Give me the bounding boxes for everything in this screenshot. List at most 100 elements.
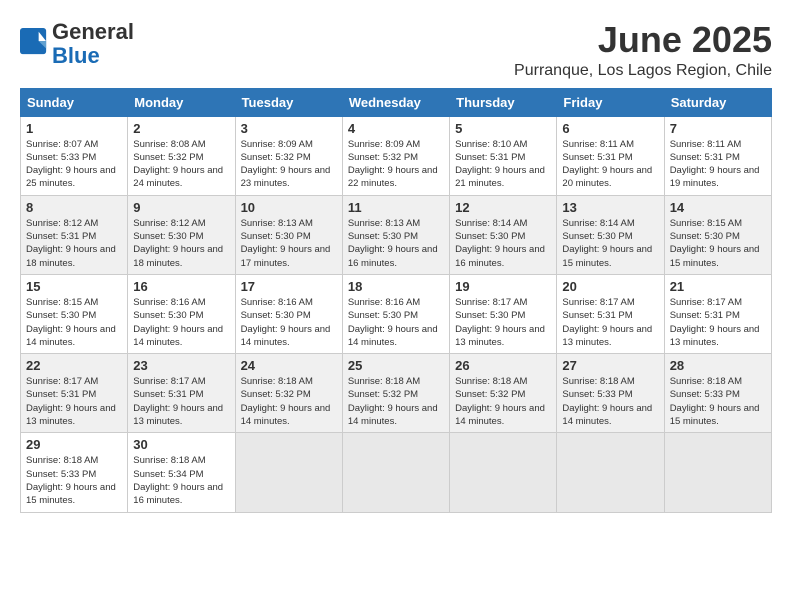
- table-row: 5 Sunrise: 8:10 AMSunset: 5:31 PMDaylight…: [450, 116, 557, 195]
- day-info: Sunrise: 8:09 AMSunset: 5:32 PMDaylight:…: [348, 138, 444, 191]
- day-number: 3: [241, 121, 337, 136]
- table-row: [342, 433, 449, 512]
- day-number: 27: [562, 358, 658, 373]
- col-friday: Friday: [557, 88, 664, 116]
- day-number: 5: [455, 121, 551, 136]
- day-info: Sunrise: 8:09 AMSunset: 5:32 PMDaylight:…: [241, 138, 337, 191]
- calendar-header-row: Sunday Monday Tuesday Wednesday Thursday…: [21, 88, 772, 116]
- table-row: 6Sunrise: 8:11 AMSunset: 5:31 PMDaylight…: [557, 116, 664, 195]
- day-number: 24: [241, 358, 337, 373]
- day-info: Sunrise: 8:12 AMSunset: 5:30 PMDaylight:…: [133, 217, 229, 270]
- table-row: 27 Sunrise: 8:18 AMSunset: 5:33 PMDayligh…: [557, 354, 664, 433]
- day-info: Sunrise: 8:16 AMSunset: 5:30 PMDaylight:…: [241, 296, 337, 349]
- day-info: Sunrise: 8:07 AMSunset: 5:33 PMDaylight:…: [26, 138, 122, 191]
- day-info: Sunrise: 8:15 AMSunset: 5:30 PMDaylight:…: [26, 296, 122, 349]
- table-row: [664, 433, 771, 512]
- day-number: 18: [348, 279, 444, 294]
- day-info: Sunrise: 8:17 AMSunset: 5:31 PMDaylight:…: [562, 296, 658, 349]
- day-number: 22: [26, 358, 122, 373]
- day-number: 21: [670, 279, 766, 294]
- day-info: Sunrise: 8:13 AMSunset: 5:30 PMDaylight:…: [348, 217, 444, 270]
- table-row: 20Sunrise: 8:17 AMSunset: 5:31 PMDayligh…: [557, 274, 664, 353]
- table-row: 22 Sunrise: 8:17 AMSunset: 5:31 PMDayligh…: [21, 354, 128, 433]
- table-row: 2Sunrise: 8:08 AMSunset: 5:32 PMDaylight…: [128, 116, 235, 195]
- table-row: 14 Sunrise: 8:15 AMSunset: 5:30 PMDayligh…: [664, 195, 771, 274]
- logo: General Blue: [20, 20, 134, 68]
- table-row: 19 Sunrise: 8:17 AMSunset: 5:30 PMDayligh…: [450, 274, 557, 353]
- table-row: [557, 433, 664, 512]
- table-row: 1Sunrise: 8:07 AMSunset: 5:33 PMDaylight…: [21, 116, 128, 195]
- title-block: June 2025 Purranque, Los Lagos Region, C…: [514, 20, 772, 80]
- day-number: 17: [241, 279, 337, 294]
- day-number: 15: [26, 279, 122, 294]
- day-number: 2: [133, 121, 229, 136]
- table-row: 29 Sunrise: 8:18 AMSunset: 5:33 PMDayligh…: [21, 433, 128, 512]
- table-row: 9Sunrise: 8:12 AMSunset: 5:30 PMDaylight…: [128, 195, 235, 274]
- logo-general: General: [52, 20, 134, 44]
- day-info: Sunrise: 8:11 AMSunset: 5:31 PMDaylight:…: [670, 138, 766, 191]
- day-info: Sunrise: 8:10 AMSunset: 5:31 PMDaylight:…: [455, 138, 551, 191]
- table-row: 16 Sunrise: 8:16 AMSunset: 5:30 PMDayligh…: [128, 274, 235, 353]
- day-number: 29: [26, 437, 122, 452]
- day-info: Sunrise: 8:18 AMSunset: 5:32 PMDaylight:…: [241, 375, 337, 428]
- day-number: 30: [133, 437, 229, 452]
- col-tuesday: Tuesday: [235, 88, 342, 116]
- table-row: 24 Sunrise: 8:18 AMSunset: 5:32 PMDayligh…: [235, 354, 342, 433]
- day-number: 19: [455, 279, 551, 294]
- table-row: [235, 433, 342, 512]
- location: Purranque, Los Lagos Region, Chile: [514, 62, 772, 80]
- col-sunday: Sunday: [21, 88, 128, 116]
- day-info: Sunrise: 8:14 AMSunset: 5:30 PMDaylight:…: [455, 217, 551, 270]
- col-saturday: Saturday: [664, 88, 771, 116]
- calendar-table: Sunday Monday Tuesday Wednesday Thursday…: [20, 88, 772, 513]
- logo-blue: Blue: [52, 44, 134, 68]
- logo-icon: [20, 28, 48, 56]
- col-thursday: Thursday: [450, 88, 557, 116]
- day-number: 4: [348, 121, 444, 136]
- table-row: 30 Sunrise: 8:18 AMSunset: 5:34 PMDayligh…: [128, 433, 235, 512]
- day-info: Sunrise: 8:13 AMSunset: 5:30 PMDaylight:…: [241, 217, 337, 270]
- day-info: Sunrise: 8:17 AMSunset: 5:31 PMDaylight:…: [26, 375, 122, 428]
- day-number: 26: [455, 358, 551, 373]
- day-info: Sunrise: 8:12 AMSunset: 5:31 PMDaylight:…: [26, 217, 122, 270]
- month-title: June 2025: [514, 20, 772, 60]
- table-row: 8Sunrise: 8:12 AMSunset: 5:31 PMDaylight…: [21, 195, 128, 274]
- day-info: Sunrise: 8:14 AMSunset: 5:30 PMDaylight:…: [562, 217, 658, 270]
- col-wednesday: Wednesday: [342, 88, 449, 116]
- day-info: Sunrise: 8:16 AMSunset: 5:30 PMDaylight:…: [348, 296, 444, 349]
- day-info: Sunrise: 8:15 AMSunset: 5:30 PMDaylight:…: [670, 217, 766, 270]
- calendar-week-row: 8Sunrise: 8:12 AMSunset: 5:31 PMDaylight…: [21, 195, 772, 274]
- day-number: 13: [562, 200, 658, 215]
- table-row: 23Sunrise: 8:17 AMSunset: 5:31 PMDayligh…: [128, 354, 235, 433]
- day-info: Sunrise: 8:18 AMSunset: 5:32 PMDaylight:…: [455, 375, 551, 428]
- calendar-week-row: 29 Sunrise: 8:18 AMSunset: 5:33 PMDayligh…: [21, 433, 772, 512]
- day-info: Sunrise: 8:18 AMSunset: 5:33 PMDaylight:…: [26, 454, 122, 507]
- table-row: 21 Sunrise: 8:17 AMSunset: 5:31 PMDayligh…: [664, 274, 771, 353]
- day-info: Sunrise: 8:18 AMSunset: 5:33 PMDaylight:…: [670, 375, 766, 428]
- table-row: 25 Sunrise: 8:18 AMSunset: 5:32 PMDayligh…: [342, 354, 449, 433]
- calendar-week-row: 15 Sunrise: 8:15 AMSunset: 5:30 PMDayligh…: [21, 274, 772, 353]
- calendar-week-row: 1Sunrise: 8:07 AMSunset: 5:33 PMDaylight…: [21, 116, 772, 195]
- day-number: 7: [670, 121, 766, 136]
- table-row: 26 Sunrise: 8:18 AMSunset: 5:32 PMDayligh…: [450, 354, 557, 433]
- page-header: General Blue June 2025 Purranque, Los La…: [20, 20, 772, 80]
- day-info: Sunrise: 8:18 AMSunset: 5:32 PMDaylight:…: [348, 375, 444, 428]
- table-row: 13 Sunrise: 8:14 AMSunset: 5:30 PMDayligh…: [557, 195, 664, 274]
- day-info: Sunrise: 8:17 AMSunset: 5:31 PMDaylight:…: [670, 296, 766, 349]
- day-number: 25: [348, 358, 444, 373]
- day-number: 28: [670, 358, 766, 373]
- table-row: 12 Sunrise: 8:14 AMSunset: 5:30 PMDayligh…: [450, 195, 557, 274]
- day-number: 14: [670, 200, 766, 215]
- day-info: Sunrise: 8:17 AMSunset: 5:30 PMDaylight:…: [455, 296, 551, 349]
- day-info: Sunrise: 8:18 AMSunset: 5:33 PMDaylight:…: [562, 375, 658, 428]
- col-monday: Monday: [128, 88, 235, 116]
- calendar-week-row: 22 Sunrise: 8:17 AMSunset: 5:31 PMDayligh…: [21, 354, 772, 433]
- day-number: 16: [133, 279, 229, 294]
- day-number: 11: [348, 200, 444, 215]
- day-info: Sunrise: 8:18 AMSunset: 5:34 PMDaylight:…: [133, 454, 229, 507]
- table-row: 11 Sunrise: 8:13 AMSunset: 5:30 PMDayligh…: [342, 195, 449, 274]
- day-info: Sunrise: 8:16 AMSunset: 5:30 PMDaylight:…: [133, 296, 229, 349]
- table-row: 18 Sunrise: 8:16 AMSunset: 5:30 PMDayligh…: [342, 274, 449, 353]
- day-number: 12: [455, 200, 551, 215]
- table-row: 7 Sunrise: 8:11 AMSunset: 5:31 PMDaylight…: [664, 116, 771, 195]
